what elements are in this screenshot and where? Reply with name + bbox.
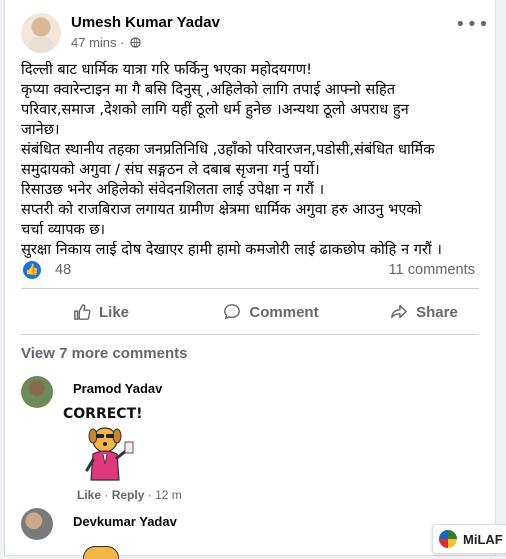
author-name[interactable]: Umesh Kumar Yadav (71, 14, 220, 31)
globe-icon (130, 37, 141, 48)
post-line: सुरक्षा निकाय लाई दोष देखाएर हामी हामो क… (21, 241, 442, 258)
author-avatar[interactable] (21, 13, 61, 53)
sticker-text: CORRECT! (63, 406, 143, 422)
comment-actions: Like · Reply · 12 m (77, 488, 182, 502)
comment-button[interactable]: Comment (211, 294, 331, 330)
post-time[interactable]: 47 mins · (71, 35, 124, 50)
reactions-bar: 👍 48 11 comments (21, 261, 479, 281)
milap-label: MiLAF (463, 531, 503, 547)
post-line: संबंधित स्थानीय तहका जनप्रतिनिधि ,उहाँको… (21, 141, 435, 158)
comment-label: Comment (249, 303, 319, 321)
correct-sticker: CORRECT! (63, 402, 163, 484)
more-options-icon[interactable]: ••• (455, 16, 489, 36)
commenter-name[interactable]: Pramod Yadav (73, 381, 162, 396)
post-body: दिल्ली बाट धार्मिक यात्रा गरि फर्किनु भए… (21, 60, 485, 260)
comment-time[interactable]: 12 m (155, 488, 182, 502)
milap-badge[interactable]: MiLAF (432, 524, 506, 554)
thumbs-up-icon (74, 304, 91, 320)
share-label: Share (416, 303, 458, 321)
post-line: जानेछ। (21, 121, 60, 138)
post-line: रिसाउछ भनेर अहिलेको संवेदनशिलता लाई उपेक… (21, 181, 325, 198)
like-count[interactable]: 48 (55, 262, 71, 278)
like-button[interactable]: Like (61, 294, 141, 330)
post-meta: 47 mins · (71, 35, 141, 50)
commenter-avatar[interactable] (21, 508, 53, 540)
divider (21, 288, 479, 289)
post-line: परिवार,समाज ,देशको लागि यहीं ठूलो धर्म ह… (21, 101, 409, 118)
commenter-name[interactable]: Devkumar Yadav (73, 514, 177, 529)
post-actions: Like Comment Share (21, 294, 479, 330)
milap-logo-icon (439, 530, 457, 548)
share-icon (391, 304, 408, 319)
post-line: दिल्ली बाट धार्मिक यात्रा गरि फर्किनु भए… (21, 61, 312, 78)
comment-reply-link[interactable]: Reply (112, 488, 145, 502)
comment-icon (224, 304, 241, 320)
divider (21, 334, 479, 335)
post-line: सप्तरी को राजबिराज लगायत ग्रामीण क्षेत्र… (21, 201, 422, 218)
post-card: Umesh Kumar Yadav 47 mins · ••• दिल्ली ब… (4, 0, 496, 559)
post-header: Umesh Kumar Yadav 47 mins · ••• (21, 8, 489, 58)
view-more-comments-link[interactable]: View 7 more comments (21, 345, 187, 362)
comment-like-link[interactable]: Like (77, 488, 101, 502)
like-label: Like (98, 303, 129, 321)
sticker-partial (83, 546, 119, 559)
comment-count[interactable]: 11 comments (388, 262, 475, 278)
like-reaction-icon[interactable]: 👍 (23, 261, 41, 279)
post-line: समुदायको अगुवा / संघ सङ्गठन ले दबाब सृजन… (21, 161, 320, 178)
share-button[interactable]: Share (379, 294, 469, 330)
post-line: चर्चा व्यापक छ। (21, 221, 106, 238)
dog-sticker-icon: CORRECT! (63, 406, 143, 481)
post-line: कृप्या क्वारेन्टाइन मा गै बसि दिनुस् ,अह… (21, 81, 396, 98)
commenter-avatar[interactable] (21, 376, 53, 408)
